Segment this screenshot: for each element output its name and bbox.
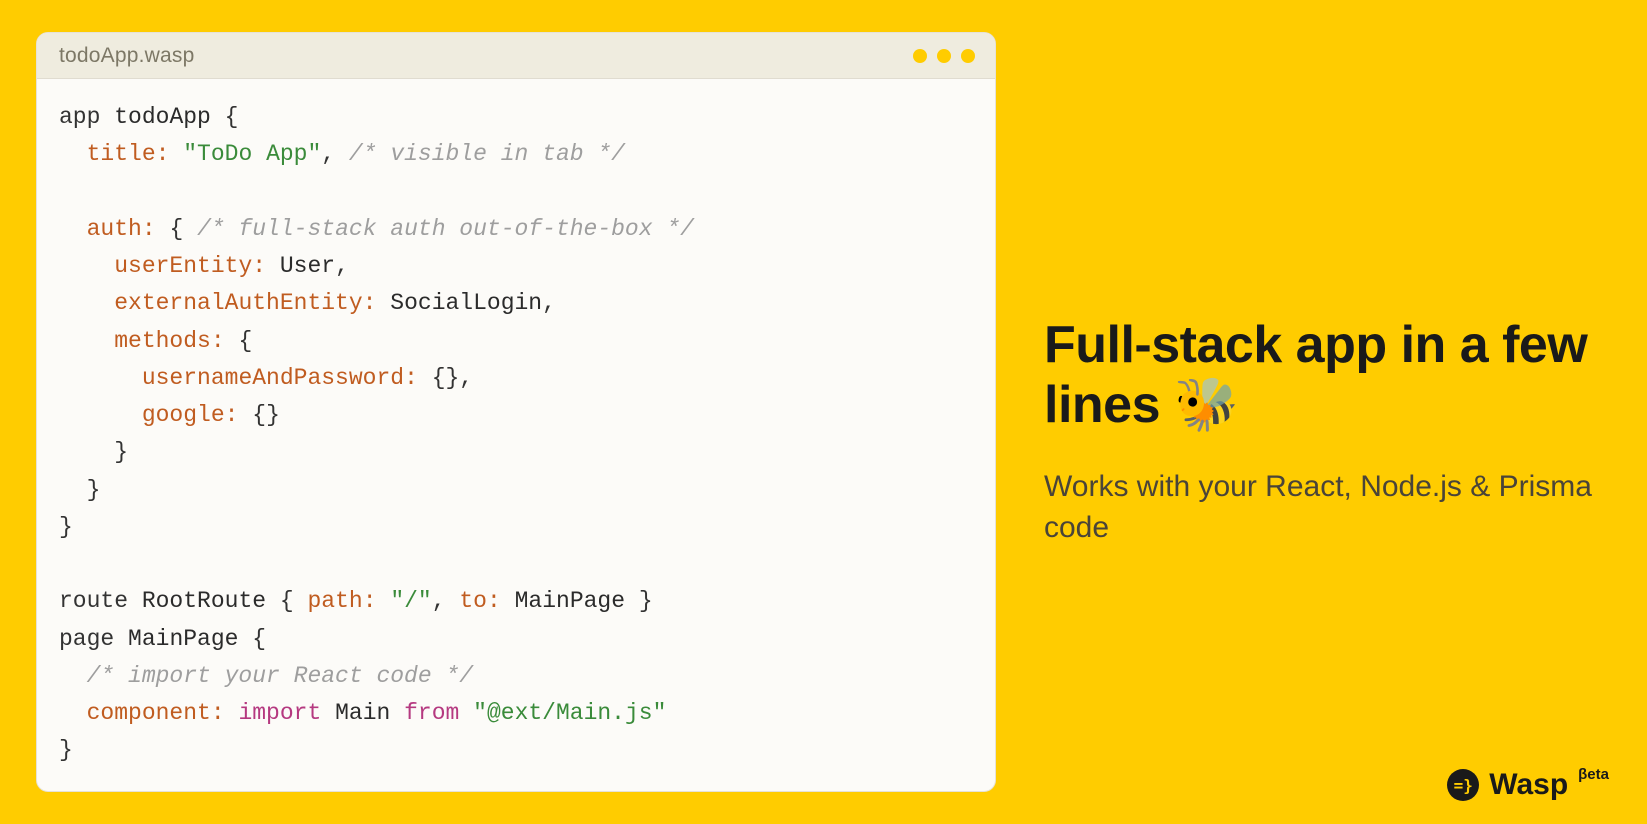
titlebar: todoApp.wasp — [37, 33, 995, 79]
kw-page: page — [59, 626, 114, 652]
prop-path: path: — [308, 588, 377, 614]
com-title: /* visible in tab */ — [349, 141, 625, 167]
import-main: Main — [335, 700, 390, 726]
prop-auth: auth: — [87, 216, 156, 242]
val-sociallogin: SocialLogin — [390, 290, 542, 316]
app-name: todoApp — [114, 104, 211, 130]
prop-methods: methods: — [114, 328, 224, 354]
brand-badge: βeta — [1578, 766, 1609, 783]
page-name: MainPage — [128, 626, 238, 652]
prop-title: title: — [87, 141, 170, 167]
window-dot-icon — [937, 49, 951, 63]
brand-name: Wasp — [1489, 768, 1568, 802]
str-path: "/" — [390, 588, 431, 614]
com-import: /* import your React code */ — [87, 663, 473, 689]
right-panel: Full-stack app in a few lines 🐝 Works wi… — [1044, 32, 1611, 792]
kw-route: route — [59, 588, 128, 614]
prop-userentity: userEntity: — [114, 253, 266, 279]
subheading: Works with your React, Node.js & Prisma … — [1044, 467, 1611, 548]
prop-to: to: — [459, 588, 500, 614]
code-window: todoApp.wasp app todoApp { title: "ToDo … — [36, 32, 996, 792]
kw-import: import — [238, 700, 321, 726]
code-body: app todoApp { title: "ToDo App", /* visi… — [37, 79, 995, 790]
filename: todoApp.wasp — [59, 44, 195, 68]
kw-from: from — [404, 700, 459, 726]
route-name: RootRoute — [142, 588, 266, 614]
window-dots — [913, 49, 975, 63]
heading: Full-stack app in a few lines 🐝 — [1044, 316, 1611, 436]
str-title: "ToDo App" — [183, 141, 321, 167]
kw-app: app — [59, 104, 100, 130]
promo-container: todoApp.wasp app todoApp { title: "ToDo … — [0, 0, 1647, 824]
prop-google: google: — [142, 402, 239, 428]
prop-usernamepassword: usernameAndPassword: — [142, 365, 418, 391]
prop-extauth: externalAuthEntity: — [114, 290, 376, 316]
com-auth: /* full-stack auth out-of-the-box */ — [197, 216, 694, 242]
prop-component: component: — [87, 700, 225, 726]
window-dot-icon — [913, 49, 927, 63]
val-mainpage: MainPage — [515, 588, 625, 614]
wasp-logo-icon: =} — [1447, 769, 1479, 801]
brand: =} Wasp βeta — [1447, 768, 1609, 802]
str-importpath: "@ext/Main.js" — [473, 700, 666, 726]
window-dot-icon — [961, 49, 975, 63]
val-user: User — [280, 253, 335, 279]
